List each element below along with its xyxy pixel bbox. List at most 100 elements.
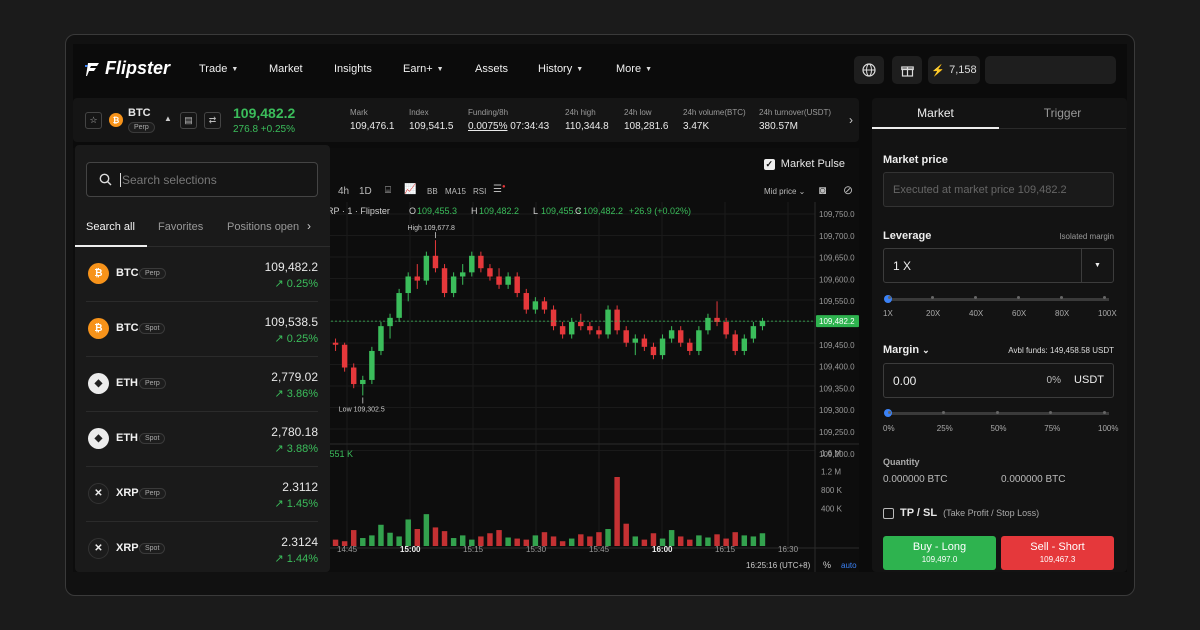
chevron-down-icon[interactable]: ▼ <box>1081 249 1113 282</box>
volume-bar <box>696 535 702 546</box>
row-change: ↗ 0.25% <box>274 333 318 345</box>
search-input[interactable]: Search selections <box>86 162 318 197</box>
price-chart[interactable]: 109,750.0 109,700.0 109,650.0 109,600.0 109,… <box>327 202 859 572</box>
candle-body <box>459 272 466 277</box>
candle-body <box>360 379 366 385</box>
indicators-list-icon[interactable]: ☰● <box>493 184 506 195</box>
ohlc-change: +26.9 (+0.02%) <box>629 206 691 216</box>
volume-bar <box>514 538 520 546</box>
price-axis-label: 109,250.0 <box>819 428 855 437</box>
ticker-change: 276.8 +0.25% <box>233 124 295 135</box>
margin-label: Margin <box>883 344 920 356</box>
price-axis-label: 109,550.0 <box>819 297 855 306</box>
row-change: ↗ 0.25% <box>274 278 318 290</box>
star-icon[interactable]: ☆ <box>85 112 102 129</box>
nav-history[interactable]: History ▼ <box>538 63 583 75</box>
list-item[interactable]: ₿ BTC Perp 109,482.2 ↗ 0.25% <box>86 247 318 302</box>
chevron-down-icon: ▼ <box>645 65 652 73</box>
swap-icon[interactable]: ⇄ <box>204 112 221 129</box>
nav-assets-label: Assets <box>475 63 509 75</box>
volume-bar <box>541 532 548 546</box>
indicator-bb[interactable]: BB <box>427 187 438 196</box>
lightning-icon: ⚡ <box>931 64 946 77</box>
margin-value: 0.00 <box>893 373 917 388</box>
tab-positions-open[interactable]: Positions open <box>227 221 305 233</box>
volume-bar <box>723 538 729 546</box>
row-price: 109,482.2 <box>264 260 318 274</box>
tab-favorites[interactable]: Favorites <box>158 221 203 233</box>
eth-coin-icon: ◆ <box>88 428 109 449</box>
sell-label: Sell - Short <box>1030 541 1085 553</box>
margin-mode-link[interactable]: Isolated margin <box>1059 232 1114 241</box>
candle-body <box>478 255 484 269</box>
candle-body <box>668 330 675 339</box>
funding-rate[interactable]: 0.0075% <box>468 121 507 132</box>
list-item[interactable]: ◆ ETH Perp 2,779.02 ↗ 3.86% <box>86 357 318 412</box>
quantity-short: 0.000000 BTC <box>1001 474 1066 485</box>
eth-coin-icon: ◆ <box>88 373 109 394</box>
nav-trade[interactable]: Trade ▼ <box>199 63 238 75</box>
margin-percent: 0% <box>1046 375 1061 386</box>
stat-24h-high: 24h high 110,344.8 <box>565 108 609 132</box>
nav-market[interactable]: Market <box>269 63 303 75</box>
collapse-selector-icon[interactable]: ▲ <box>164 114 172 123</box>
account-button[interactable] <box>985 56 1116 84</box>
rewards-button[interactable] <box>892 56 922 84</box>
slider-tick-label: 100% <box>1098 424 1119 433</box>
low-label: Low 109,302.5 <box>339 406 385 413</box>
time-axis-label: 16:00 <box>652 545 673 554</box>
tab-trigger[interactable]: Trigger <box>999 98 1126 129</box>
tab-search-all[interactable]: Search all <box>86 221 135 233</box>
chart-toolbar: 4h 1D ⌸ 📈 BB MA15 RSI ☰● Mid price ⌄ ◙ ⊘ <box>327 178 859 202</box>
slider-tick-label: 75% <box>1044 424 1061 433</box>
fullscreen-icon[interactable]: ⊘ <box>843 183 853 197</box>
language-button[interactable] <box>854 56 884 84</box>
nav-earn[interactable]: Earn+ ▼ <box>403 63 444 75</box>
row-symbol: ETH <box>116 432 138 444</box>
camera-icon[interactable]: ◙ <box>819 183 826 197</box>
indicator-ma15[interactable]: MA15 <box>445 187 466 196</box>
market-pulse-toggle[interactable]: ✓ Market Pulse <box>763 158 845 170</box>
interval-1d[interactable]: 1D <box>359 186 372 197</box>
candle-body <box>759 321 766 327</box>
volume-axis-label: 400 K <box>821 505 843 514</box>
auto-scale-toggle: auto <box>841 561 857 570</box>
margin-input[interactable]: 0.00 0% USDT <box>883 363 1114 398</box>
candle-body <box>568 322 575 335</box>
candlestick-icon[interactable]: ⌸ <box>385 185 391 196</box>
line-chart-icon[interactable]: 📈 <box>404 184 416 195</box>
list-item[interactable]: ₿ BTC Spot 109,538.5 ↗ 0.25% <box>86 302 318 357</box>
points-button[interactable]: ⚡ 7,158 <box>928 56 980 84</box>
nav-more[interactable]: More ▼ <box>616 63 652 75</box>
candle-body <box>687 342 693 351</box>
row-change: ↗ 3.86% <box>274 388 318 400</box>
tpsl-toggle[interactable]: TP / SL (Take Profit / Stop Loss) <box>883 507 1039 519</box>
tab-market[interactable]: Market <box>872 98 999 129</box>
nav-insights[interactable]: Insights <box>334 63 372 75</box>
margin-dropdown[interactable]: Margin ⌄ <box>883 344 930 356</box>
leverage-slider[interactable] <box>887 298 1109 301</box>
buy-long-button[interactable]: Buy - Long 109,497.0 <box>883 536 996 570</box>
list-item[interactable]: ◆ ETH Spot 2,780.18 ↗ 3.88% <box>86 412 318 467</box>
logo[interactable]: Flipster <box>85 58 170 79</box>
chevron-down-icon: ▼ <box>231 65 239 73</box>
volume-bar <box>641 539 648 546</box>
document-icon[interactable]: ▤ <box>180 112 197 129</box>
interval-4h[interactable]: 4h <box>338 186 349 197</box>
mid-price-select[interactable]: Mid price ⌄ <box>764 187 805 196</box>
chevron-right-icon[interactable]: › <box>307 219 311 233</box>
candle-body <box>559 326 566 335</box>
stat-value: 3.47K <box>683 121 710 132</box>
list-item[interactable]: ✕ XRP Perp 2.3112 ↗ 1.45% <box>86 467 318 522</box>
nav-assets[interactable]: Assets <box>475 63 508 75</box>
stat-24h-low: 24h low 108,281.6 <box>624 108 669 132</box>
leverage-select[interactable]: 1 X ▼ <box>883 248 1114 283</box>
chevron-right-icon[interactable]: › <box>843 98 859 142</box>
indicator-rsi[interactable]: RSI <box>473 187 486 196</box>
sell-short-button[interactable]: Sell - Short 109,467.3 <box>1001 536 1114 570</box>
volume-bar <box>668 530 675 546</box>
row-type-badge: Spot <box>139 433 166 444</box>
list-item[interactable]: ✕ XRP Spot 2.3124 ↗ 1.44% <box>86 522 318 572</box>
trading-app: Flipster Trade ▼ Market Insights Earn+ ▼ A… <box>73 44 1127 572</box>
candle-body <box>469 255 475 273</box>
